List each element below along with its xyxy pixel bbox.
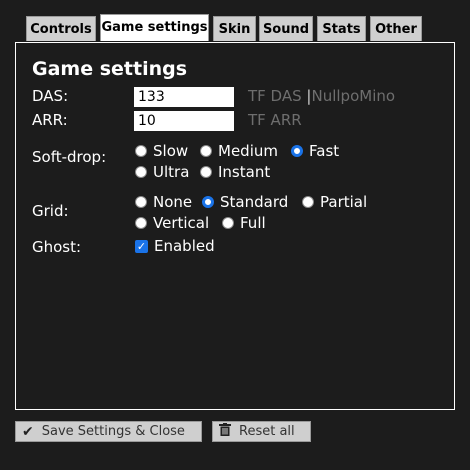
softdrop-label: Soft-drop: [32,148,107,166]
softdrop-medium-label: Medium [218,142,278,160]
softdrop-option-medium[interactable]: Medium [200,142,278,160]
save-close-label: Save Settings & Close [41,424,185,439]
softdrop-fast-label: Fast [309,142,340,160]
ghost-enabled-label: Enabled [154,237,215,255]
arr-hint: TF ARR [248,111,302,129]
softdrop-option-slow[interactable]: Slow [135,142,188,160]
grid-partial-label: Partial [320,193,368,211]
radio-vertical[interactable] [135,217,147,229]
das-hint-nullpo: NullpoMino [311,87,396,105]
save-close-button[interactable]: ✔ Save Settings & Close [15,421,202,442]
tab-other[interactable]: Other [370,16,422,41]
reset-all-label: Reset all [239,424,295,439]
tab-sound[interactable]: Sound [259,16,313,41]
grid-option-standard[interactable]: Standard [202,193,288,211]
radio-ultra[interactable] [135,166,147,178]
softdrop-ultra-label: Ultra [153,163,190,181]
ghost-option-enabled[interactable]: ✓ Enabled [135,237,215,255]
reset-all-button[interactable]: Reset all [212,421,311,442]
ghost-label: Ghost: [32,238,82,256]
das-hint-tf: TF DAS [248,87,302,105]
grid-none-label: None [153,193,193,211]
radio-instant[interactable] [200,166,212,178]
grid-option-vertical[interactable]: Vertical [135,214,209,232]
tab-skin[interactable]: Skin [213,16,256,41]
grid-vertical-label: Vertical [153,214,210,232]
grid-label: Grid: [32,202,69,220]
radio-fast[interactable] [291,145,303,157]
radio-slow[interactable] [135,145,147,157]
radio-standard[interactable] [202,196,214,208]
grid-option-full[interactable]: Full [222,214,266,232]
settings-panel: Game settings DAS: TF DAS |NullpoMino AR… [15,42,455,410]
softdrop-option-instant[interactable]: Instant [200,163,270,181]
radio-none[interactable] [135,196,147,208]
tab-game-settings[interactable]: Game settings [100,14,209,41]
radio-full[interactable] [222,217,234,229]
arr-label: ARR: [32,111,68,129]
das-label: DAS: [32,87,69,105]
grid-option-none[interactable]: None [135,193,192,211]
panel-title: Game settings [32,58,188,80]
softdrop-option-ultra[interactable]: Ultra [135,163,189,181]
radio-partial[interactable] [302,196,314,208]
radio-medium[interactable] [200,145,212,157]
softdrop-slow-label: Slow [153,142,189,160]
softdrop-instant-label: Instant [218,163,271,181]
grid-full-label: Full [240,214,266,232]
grid-option-partial[interactable]: Partial [302,193,367,211]
trash-icon [219,423,231,440]
grid-standard-label: Standard [220,193,289,211]
das-hint: TF DAS |NullpoMino [248,87,395,105]
softdrop-option-fast[interactable]: Fast [291,142,339,160]
tab-controls[interactable]: Controls [26,16,96,41]
arr-input[interactable] [134,111,234,131]
tab-stats[interactable]: Stats [317,16,366,41]
checkmark-icon: ✔ [22,423,34,440]
checkbox-enabled[interactable]: ✓ [135,239,148,253]
das-input[interactable] [134,87,234,107]
